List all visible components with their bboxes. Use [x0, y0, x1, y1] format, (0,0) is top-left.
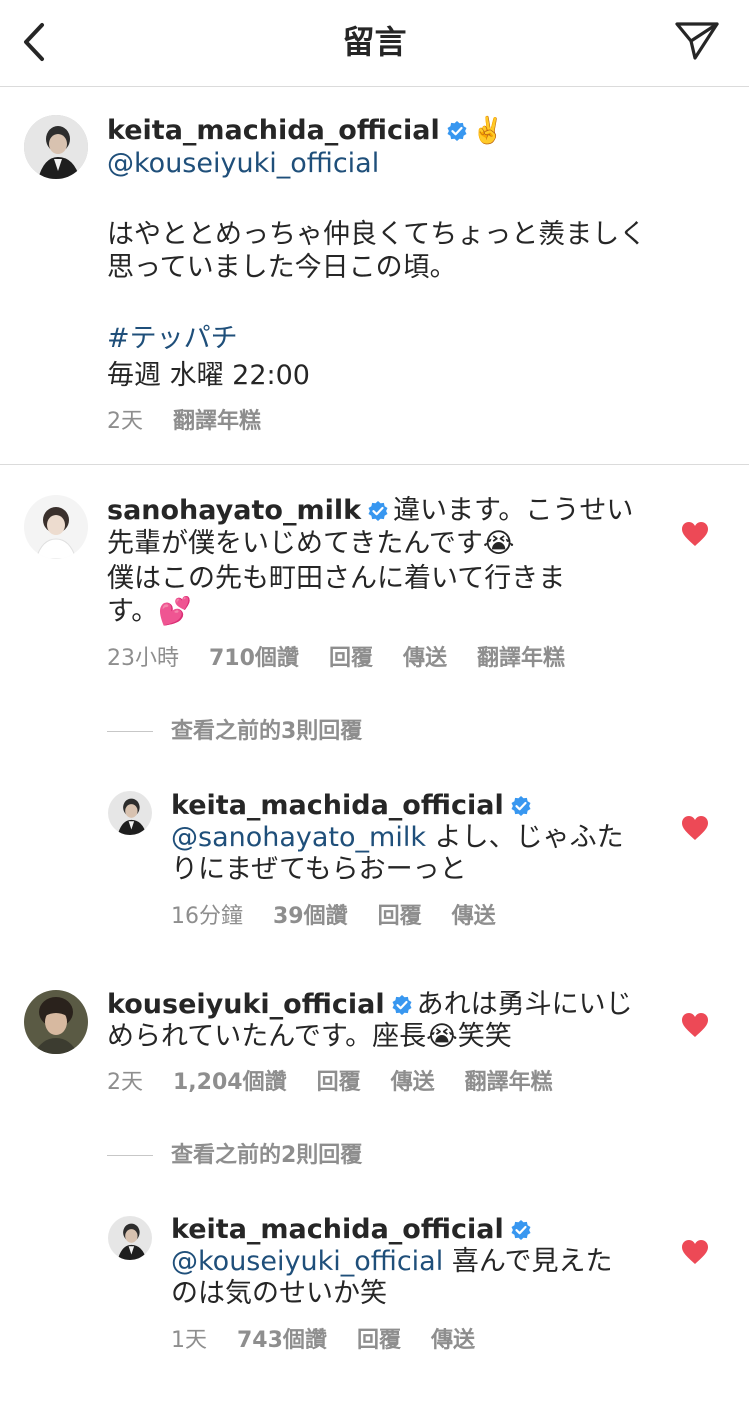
paper-plane-icon — [675, 22, 719, 60]
reply-line1: keita_machida_official — [171, 1213, 641, 1249]
comment-line1: kouseiyuki_official あれは勇斗にいじ — [107, 988, 647, 1024]
comment-username[interactable]: kouseiyuki_official — [107, 989, 385, 1020]
likes-count[interactable]: 39個讚 — [273, 902, 348, 932]
reply-meta: 16分鐘 39個讚 回覆 傳送 — [171, 902, 526, 932]
timestamp: 2天 — [107, 1070, 143, 1095]
reply-button[interactable]: 回覆 — [357, 1326, 401, 1356]
profile-photo-icon — [108, 791, 152, 835]
post-caption: keita_machida_official ✌️ @kouseiyuki_off… — [0, 87, 749, 464]
comment-meta: 2天 1,204個讚 回覆 傳送 翻譯年糕 — [107, 1068, 583, 1098]
send-button[interactable]: 傳送 — [391, 1068, 435, 1098]
top-nav-bar: 留言 — [0, 0, 749, 87]
translate-button[interactable]: 翻譯年糕 — [477, 644, 565, 674]
reply-line1: keita_machida_official — [171, 789, 641, 825]
comment-line3: 僕はこの先も町田さんに着いて行きま — [107, 563, 566, 594]
avatar[interactable] — [108, 1216, 152, 1260]
divider — [0, 464, 749, 465]
view-replies-line — [107, 731, 153, 732]
heart-icon — [682, 522, 708, 546]
send-button[interactable]: 傳送 — [403, 644, 447, 674]
timestamp: 16分鐘 — [171, 904, 243, 929]
comment-text: 違います。こうせい — [393, 495, 634, 526]
reply-line3: のは気のせいか笑 — [171, 1278, 387, 1309]
verified-badge-icon — [367, 497, 389, 530]
reply-meta: 1天 743個讚 回覆 傳送 — [171, 1326, 505, 1356]
send-button[interactable]: 傳送 — [431, 1326, 475, 1356]
mention-link[interactable]: @kouseiyuki_official — [171, 1246, 443, 1277]
reply-button[interactable]: 回覆 — [317, 1068, 361, 1098]
view-previous-replies-button[interactable]: 查看之前的3則回覆 — [171, 717, 362, 747]
like-button[interactable] — [681, 521, 709, 547]
likes-count[interactable]: 743個讚 — [237, 1326, 327, 1356]
profile-photo-icon — [24, 495, 88, 559]
page-title: 留言 — [342, 23, 407, 61]
comment-line4: す。💕 — [107, 596, 192, 627]
reply-text: 喜んで見えた — [443, 1246, 613, 1277]
reply-button[interactable]: 回覆 — [378, 902, 422, 932]
like-button[interactable] — [681, 815, 709, 841]
send-button[interactable]: 傳送 — [452, 902, 496, 932]
profile-photo-icon — [24, 990, 88, 1054]
translate-button[interactable]: 翻譯年糕 — [465, 1068, 553, 1098]
view-replies-line — [107, 1155, 153, 1156]
view-previous-replies-button[interactable]: 查看之前的2則回覆 — [171, 1141, 362, 1171]
timestamp: 2天 — [107, 409, 143, 434]
translate-button[interactable]: 翻譯年糕 — [173, 407, 261, 437]
reply-line3: りにまぜてもらおーっと — [171, 854, 467, 885]
reply-button[interactable]: 回覆 — [329, 644, 373, 674]
comment-username[interactable]: sanohayato_milk — [107, 495, 361, 526]
reply-text: よし、じゃふた — [425, 822, 624, 853]
reply-username[interactable]: keita_machida_official — [171, 790, 504, 821]
timestamp: 23小時 — [107, 646, 179, 671]
comment-line1: sanohayato_milk 違います。こうせい — [107, 494, 647, 530]
caption-hashtag: #テッパチ — [107, 322, 238, 355]
avatar[interactable] — [24, 495, 88, 559]
caption-mention: @kouseiyuki_official — [107, 147, 379, 180]
comment-line2: められていたんです。座長😭笑笑 — [107, 1021, 512, 1052]
caption-text-line2: 思っていました今日この頃。 — [107, 252, 457, 283]
likes-count[interactable]: 710個讚 — [209, 644, 299, 674]
heart-icon — [682, 1013, 708, 1037]
reply-line2: @kouseiyuki_official 喜んで見えた — [171, 1245, 641, 1278]
profile-photo-icon — [108, 1216, 152, 1260]
heart-icon — [682, 1240, 708, 1264]
mention-link[interactable]: @kouseiyuki_official — [107, 148, 379, 179]
heart-icon — [682, 816, 708, 840]
comment-meta: 23小時 710個讚 回覆 傳送 翻譯年糕 — [107, 644, 595, 674]
caption-schedule: 毎週 水曜 22:00 — [107, 360, 310, 391]
like-button[interactable] — [681, 1012, 709, 1038]
caption-header: keita_machida_official ✌️ — [107, 114, 727, 150]
caption-meta: 2天 翻譯年糕 — [107, 407, 291, 437]
reply-username[interactable]: keita_machida_official — [171, 1214, 504, 1245]
direct-message-button[interactable] — [671, 18, 723, 64]
profile-photo-icon — [24, 115, 88, 179]
like-button[interactable] — [681, 1239, 709, 1265]
victory-hand-emoji: ✌️ — [471, 116, 505, 146]
avatar[interactable] — [24, 990, 88, 1054]
timestamp: 1天 — [171, 1328, 207, 1353]
avatar[interactable] — [108, 791, 152, 835]
mention-link[interactable]: @sanohayato_milk — [171, 822, 426, 853]
verified-badge-icon — [446, 117, 468, 150]
comment-text: あれは勇斗にいじ — [416, 989, 633, 1020]
comment-line2: 先輩が僕をいじめてきたんです😭 — [107, 528, 515, 559]
reply-line2: @sanohayato_milk よし、じゃふた — [171, 821, 641, 854]
avatar[interactable] — [24, 115, 88, 179]
likes-count[interactable]: 1,204個讚 — [173, 1068, 287, 1098]
caption-text-line1: はやととめっちゃ仲良くてちょっと羨ましく — [107, 219, 647, 250]
caption-username[interactable]: keita_machida_official — [107, 115, 440, 146]
hashtag-link[interactable]: #テッパチ — [107, 323, 238, 354]
